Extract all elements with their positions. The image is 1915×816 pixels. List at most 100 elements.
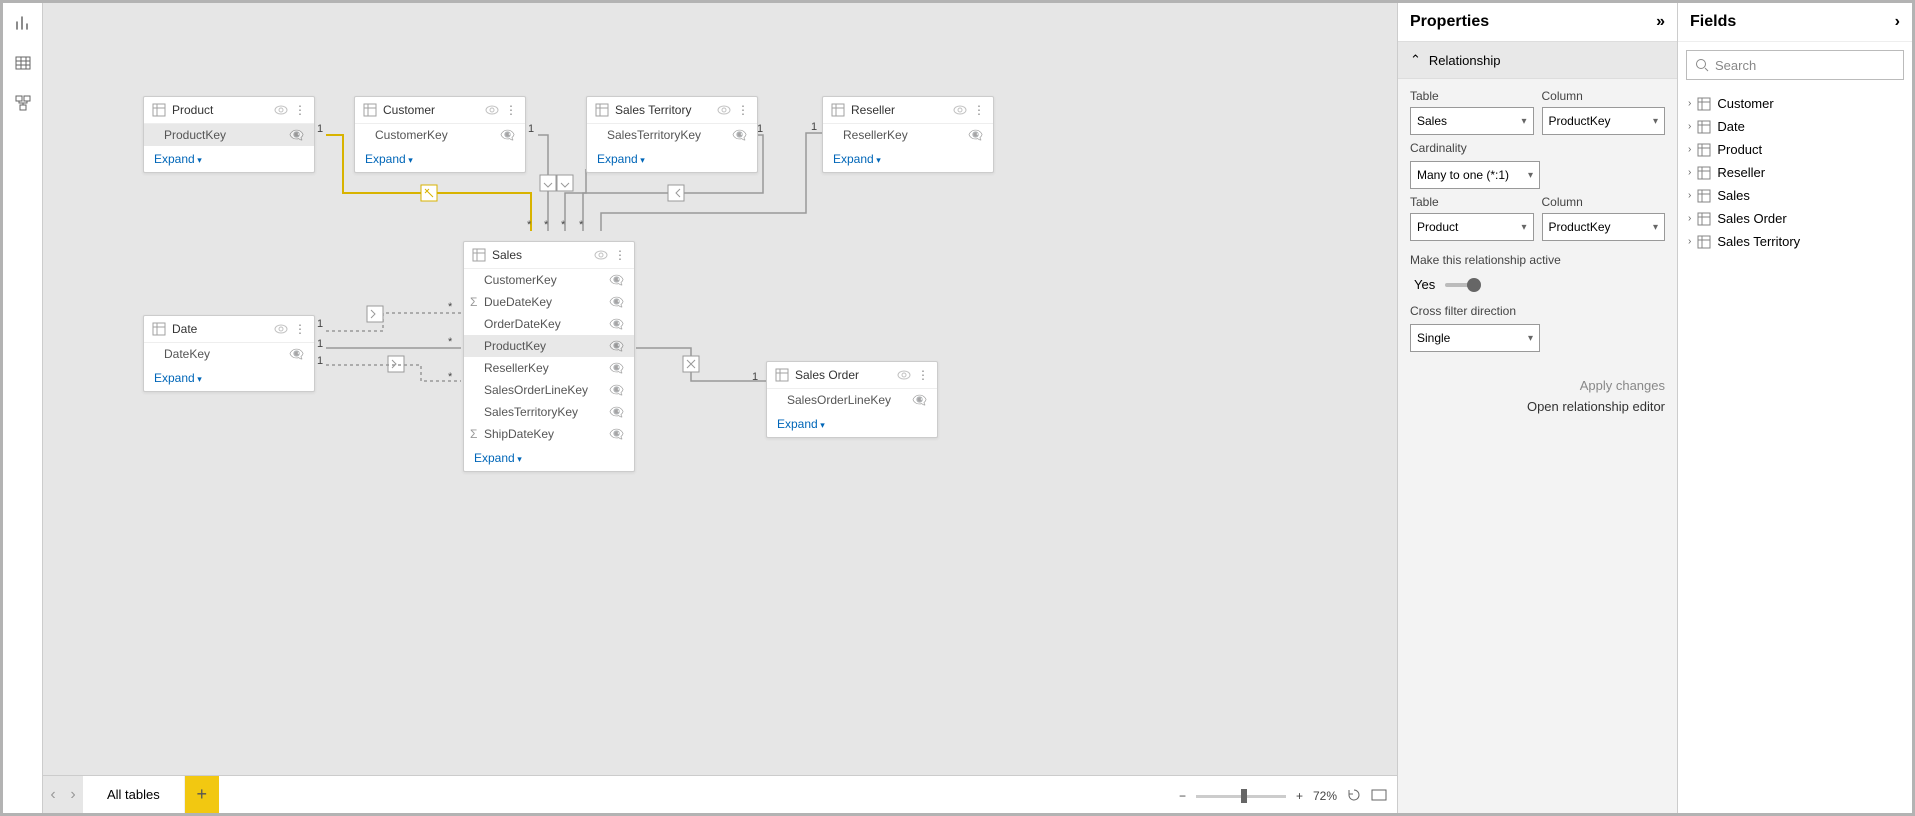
visibility-icon[interactable] [274,324,288,334]
hidden-icon[interactable]: 👁‍🗨 [732,128,747,142]
hidden-icon[interactable]: 👁‍🗨 [968,128,983,142]
list-item-salesorder[interactable]: ›Sales Order [1684,207,1906,230]
more-icon[interactable]: ⋮ [294,103,306,117]
table-card-header[interactable]: Product ⋮ [144,97,314,124]
more-icon[interactable]: ⋮ [737,103,749,117]
list-item-customer[interactable]: ›Customer [1684,92,1906,115]
table-card-date[interactable]: Date ⋮ DateKey👁‍🗨 Expand [143,315,315,392]
hidden-icon[interactable]: 👁‍🗨 [289,128,304,142]
more-icon[interactable]: ⋮ [917,368,929,382]
field-duedatekey[interactable]: ΣDueDateKey👁‍🗨 [464,291,634,313]
select-cardinality[interactable]: Many to one (*:1) [1410,161,1540,189]
more-icon[interactable]: ⋮ [294,322,306,336]
hidden-icon[interactable]: 👁‍🗨 [609,339,624,353]
field-salesorderlinekey[interactable]: SalesOrderLineKey👁‍🗨 [464,379,634,401]
tab-arrows[interactable]: ‹› [43,776,83,813]
zoom-in-button[interactable]: + [1296,789,1303,803]
visibility-icon[interactable] [594,250,608,260]
expand-link[interactable]: Expand [587,146,757,172]
more-icon[interactable]: ⋮ [505,103,517,117]
table-card-salesterritory[interactable]: Sales Territory ⋮ SalesTerritoryKey👁‍🗨 E… [586,96,758,173]
visibility-icon[interactable] [953,105,967,115]
visibility-icon[interactable] [717,105,731,115]
hidden-icon[interactable]: 👁‍🗨 [609,317,624,331]
hidden-icon[interactable]: 👁‍🗨 [609,405,624,419]
table-card-header[interactable]: Reseller ⋮ [823,97,993,124]
table-card-header[interactable]: Sales Territory ⋮ [587,97,757,124]
add-tab-button[interactable]: + [185,776,219,813]
hidden-icon[interactable]: 👁‍🗨 [609,295,624,309]
zoom-out-button[interactable]: − [1179,789,1186,803]
hidden-icon[interactable]: 👁‍🗨 [609,427,624,441]
table-card-customer[interactable]: Customer ⋮ CustomerKey👁‍🗨 Expand [354,96,526,173]
table-card-header[interactable]: Sales ⋮ [464,242,634,269]
field-customerkey[interactable]: CustomerKey👁‍🗨 [464,269,634,291]
expand-link[interactable]: Expand [355,146,525,172]
field-salesorderlinekey[interactable]: SalesOrderLineKey👁‍🗨 [767,389,937,411]
select-column1[interactable]: ProductKey [1542,107,1666,135]
list-item-sales[interactable]: ›Sales [1684,184,1906,207]
select-table2[interactable]: Product [1410,213,1534,241]
visibility-icon[interactable] [485,105,499,115]
expand-link[interactable]: Expand [464,445,634,471]
expand-link[interactable]: Expand [823,146,993,172]
open-editor-link[interactable]: Open relationship editor [1410,399,1665,414]
list-item-product[interactable]: ›Product [1684,138,1906,161]
apply-changes-link[interactable]: Apply changes [1410,378,1665,393]
table-card-header[interactable]: Customer ⋮ [355,97,525,124]
label-table2: Table [1410,195,1534,209]
fit-to-page-icon[interactable] [1371,789,1387,804]
visibility-icon[interactable] [897,370,911,380]
field-resellerkey[interactable]: ResellerKey👁‍🗨 [464,357,634,379]
table-card-salesorder[interactable]: Sales Order ⋮ SalesOrderLineKey👁‍🗨 Expan… [766,361,938,438]
field-shipdatekey[interactable]: ΣShipDateKey👁‍🗨 [464,423,634,445]
table-card-reseller[interactable]: Reseller ⋮ ResellerKey👁‍🗨 Expand [822,96,994,173]
hidden-icon[interactable]: 👁‍🗨 [289,347,304,361]
more-icon[interactable]: ⋮ [973,103,985,117]
refresh-icon[interactable] [1347,788,1361,805]
field-customerkey[interactable]: CustomerKey👁‍🗨 [355,124,525,146]
expand-link[interactable]: Expand [144,146,314,172]
field-productkey[interactable]: ProductKey👁‍🗨 [144,124,314,146]
zoom-slider[interactable] [1196,795,1286,798]
model-canvas[interactable]: 1 * 1 * 1 * 1 * 1 * 1 * 1 * 1 1 Product … [43,3,1397,775]
list-item-salesterritory[interactable]: ›Sales Territory [1684,230,1906,253]
hidden-icon[interactable]: 👁‍🗨 [609,273,624,287]
field-salesterritorykey[interactable]: SalesTerritoryKey👁‍🗨 [464,401,634,423]
fields-header[interactable]: Fields › [1678,3,1912,42]
data-view-icon[interactable] [11,51,35,75]
select-table1[interactable]: Sales [1410,107,1534,135]
select-crossfilter[interactable]: Single [1410,324,1540,352]
list-item-reseller[interactable]: ›Reseller [1684,161,1906,184]
field-resellerkey[interactable]: ResellerKey👁‍🗨 [823,124,993,146]
field-datekey[interactable]: DateKey👁‍🗨 [144,343,314,365]
report-view-icon[interactable] [11,11,35,35]
hidden-icon[interactable]: 👁‍🗨 [500,128,515,142]
list-item-date[interactable]: ›Date [1684,115,1906,138]
tab-all-tables[interactable]: All tables [83,776,185,813]
table-card-header[interactable]: Sales Order ⋮ [767,362,937,389]
table-card-header[interactable]: Date ⋮ [144,316,314,343]
field-orderdatekey[interactable]: OrderDateKey👁‍🗨 [464,313,634,335]
hidden-icon[interactable]: 👁‍🗨 [609,361,624,375]
expand-link[interactable]: Expand [767,411,937,437]
table-icon [363,103,377,117]
search-input[interactable]: Search [1686,50,1904,80]
section-header[interactable]: ⌃ Relationship [1398,42,1677,79]
visibility-icon[interactable] [274,105,288,115]
select-column2[interactable]: ProductKey [1542,213,1666,241]
hidden-icon[interactable]: 👁‍🗨 [912,393,927,407]
model-view-icon[interactable] [11,91,35,115]
table-card-sales[interactable]: Sales ⋮ CustomerKey👁‍🗨 ΣDueDateKey👁‍🗨 Or… [463,241,635,472]
table-card-product[interactable]: Product ⋮ ProductKey👁‍🗨 Expand [143,96,315,173]
collapse-pane-icon[interactable]: › [1895,13,1900,31]
toggle-active[interactable]: Yes [1414,277,1665,292]
expand-link[interactable]: Expand [144,365,314,391]
properties-header[interactable]: Properties » [1398,3,1677,42]
hidden-icon[interactable]: 👁‍🗨 [609,383,624,397]
field-productkey[interactable]: ProductKey👁‍🗨 [464,335,634,357]
more-icon[interactable]: ⋮ [614,248,626,262]
collapse-pane-icon[interactable]: » [1656,13,1665,31]
card-end-many: * [544,219,548,231]
field-salesterritorykey[interactable]: SalesTerritoryKey👁‍🗨 [587,124,757,146]
